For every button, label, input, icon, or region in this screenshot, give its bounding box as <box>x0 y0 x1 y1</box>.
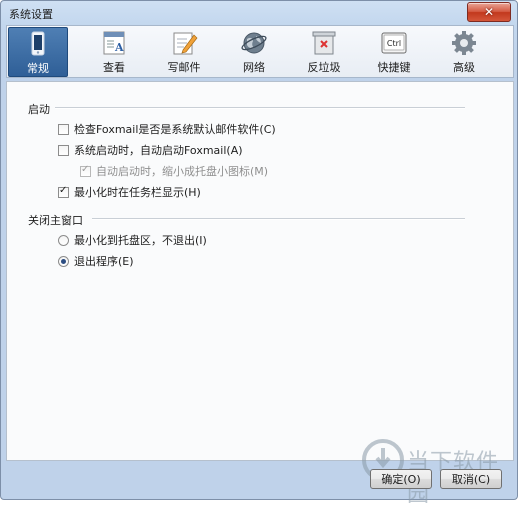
option-minimize-to-tray-on-autostart-label: 自动启动时，缩小成托盘小图标(M) <box>96 165 269 178</box>
tab-compose-label: 写邮件 <box>167 61 201 74</box>
tab-advanced[interactable]: 高级 <box>435 27 493 75</box>
settings-panel: 启动 检查Foxmail是否是系统默认邮件软件(C) 系统启动时，自动启动Fox… <box>6 81 514 461</box>
tab-advanced-label: 高级 <box>453 61 475 74</box>
tab-antispam[interactable]: 反垃圾 <box>295 27 353 75</box>
option-exit-program-label: 退出程序(E) <box>74 255 134 268</box>
close-main-group-divider <box>92 218 465 220</box>
checkbox-minimize-to-tray-on-autostart <box>80 164 91 177</box>
radio-minimize-to-tray[interactable] <box>58 234 69 246</box>
option-minimize-to-tray-on-autostart: 自动启动时，缩小成托盘小图标(M) <box>80 163 268 179</box>
option-autostart[interactable]: 系统启动时，自动启动Foxmail(A) <box>58 142 243 158</box>
keyboard-ctrl-icon: Ctrl <box>381 32 407 54</box>
tab-network-label: 网络 <box>243 61 265 74</box>
svg-text:A: A <box>114 41 124 54</box>
globe-network-icon <box>241 32 267 54</box>
checkbox-autostart[interactable] <box>58 144 69 156</box>
startup-group-divider <box>55 107 465 109</box>
trash-bin-icon <box>312 31 336 55</box>
tab-compose[interactable]: 写邮件 <box>155 27 213 75</box>
gear-icon <box>452 31 476 55</box>
cancel-button[interactable]: 取消(C) <box>440 469 502 489</box>
option-minimize-to-tray[interactable]: 最小化到托盘区，不退出(I) <box>58 232 207 248</box>
window-title: 系统设置 <box>9 8 53 21</box>
tab-view[interactable]: A 查看 <box>85 27 143 75</box>
ok-button[interactable]: 确定(O) <box>370 469 432 489</box>
close-icon: ✕ <box>483 5 495 19</box>
dialog-footer: 确定(O) 取消(C) <box>6 461 512 497</box>
option-show-in-taskbar[interactable]: 最小化时在任务栏显示(H) <box>58 184 201 200</box>
tab-general[interactable]: 常规 <box>8 27 68 77</box>
close-main-group-title: 关闭主窗口 <box>28 214 83 227</box>
title-bar[interactable]: 系统设置 ✕ <box>1 1 517 25</box>
startup-group-title: 启动 <box>28 103 50 116</box>
option-check-default-mail[interactable]: 检查Foxmail是否是系统默认邮件软件(C) <box>58 121 276 137</box>
checkbox-check-default-mail[interactable] <box>58 123 69 135</box>
compose-pencil-icon <box>173 32 198 55</box>
document-view-icon: A <box>103 31 125 55</box>
svg-text:Ctrl: Ctrl <box>387 39 401 48</box>
option-minimize-to-tray-label: 最小化到托盘区，不退出(I) <box>74 234 207 247</box>
tab-view-label: 查看 <box>103 61 125 74</box>
option-autostart-label: 系统启动时，自动启动Foxmail(A) <box>74 144 243 157</box>
checkbox-show-in-taskbar[interactable] <box>58 185 69 198</box>
settings-window: 系统设置 ✕ 常规 A 查看 写邮件 网络 反垃圾 Ctrl 快捷键 高级 启动… <box>0 0 518 507</box>
tab-network[interactable]: 网络 <box>225 27 283 75</box>
radio-exit-program[interactable] <box>58 255 69 267</box>
option-show-in-taskbar-label: 最小化时在任务栏显示(H) <box>74 186 201 199</box>
option-check-default-mail-label: 检查Foxmail是否是系统默认邮件软件(C) <box>74 123 276 136</box>
settings-category-toolbar: 常规 A 查看 写邮件 网络 反垃圾 Ctrl 快捷键 高级 <box>6 25 514 78</box>
option-exit-program[interactable]: 退出程序(E) <box>58 253 134 269</box>
phone-icon <box>31 31 45 56</box>
tab-shortcuts-label: 快捷键 <box>377 61 411 74</box>
tab-antispam-label: 反垃圾 <box>307 61 341 74</box>
tab-shortcuts[interactable]: Ctrl 快捷键 <box>365 27 423 75</box>
close-button[interactable]: ✕ <box>467 2 511 22</box>
tab-general-label: 常规 <box>27 62 49 75</box>
